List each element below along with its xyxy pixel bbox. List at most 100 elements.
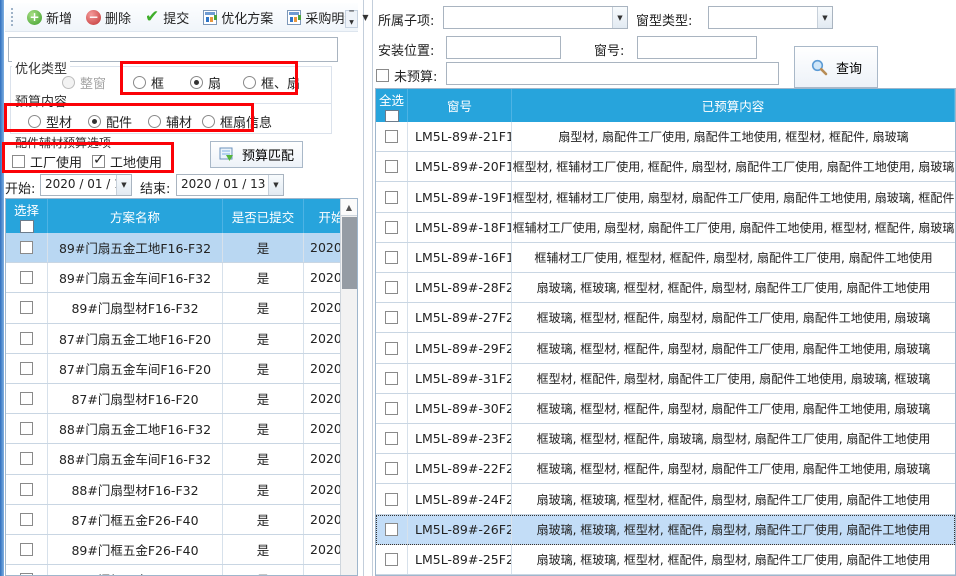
window-no-cell: LM5L-89#-28F26: [408, 273, 512, 302]
budget-table-row[interactable]: LM5L-89#-28F26扇玻璃, 框玻璃, 框型材, 框配件, 扇型材, 扇…: [376, 273, 955, 303]
start-date-picker[interactable]: 2020 / 01 / 1 ▼: [40, 174, 132, 196]
budget-table-row[interactable]: LM5L-89#-21F19扇型材, 扇配件工厂使用, 扇配件工地使用, 框型材…: [376, 122, 955, 152]
radio-profile[interactable]: 型材: [28, 112, 72, 131]
toolbar-grip[interactable]: [11, 8, 13, 26]
radio-sash[interactable]: 扇: [190, 73, 221, 92]
purchase-detail-button[interactable]: 采购明细▼: [280, 5, 375, 30]
row-checkbox[interactable]: [385, 311, 398, 324]
scrollbar-thumb[interactable]: [342, 217, 357, 289]
row-checkbox[interactable]: [385, 372, 398, 385]
row-checkbox[interactable]: [385, 251, 398, 264]
submitted-cell: 是: [223, 505, 304, 534]
budget-table-row[interactable]: LM5L-89#-23F21框玻璃, 框型材, 框配件, 扇玻璃, 扇型材, 扇…: [376, 424, 955, 454]
checkbox-no-budget[interactable]: 未预算:: [376, 66, 437, 85]
row-checkbox[interactable]: [385, 402, 398, 415]
radio-frame[interactable]: 框: [133, 73, 164, 92]
delete-button[interactable]: −删除: [79, 5, 138, 30]
row-checkbox[interactable]: [385, 281, 398, 294]
radio-whole-window[interactable]: 整窗: [62, 73, 106, 92]
row-checkbox[interactable]: [385, 160, 398, 173]
plan-table-row[interactable]: 88#门框五金F21-F40是2020/0: [6, 565, 357, 576]
row-checkbox[interactable]: [20, 301, 33, 314]
chevron-down-icon[interactable]: ▼: [116, 175, 131, 195]
checkbox-factory-use[interactable]: 工厂使用: [12, 152, 82, 171]
row-checkbox[interactable]: [20, 271, 33, 284]
row-checkbox[interactable]: [20, 241, 33, 254]
row-select-cell: [376, 213, 408, 242]
budget-table-row[interactable]: LM5L-89#-26F24扇玻璃, 框玻璃, 框型材, 框配件, 扇型材, 扇…: [376, 515, 955, 545]
submit-button[interactable]: ✔提交: [138, 5, 196, 30]
radio-frame-sash[interactable]: 框、扇: [243, 73, 300, 92]
row-checkbox[interactable]: [20, 513, 33, 526]
toolbar-overflow-button[interactable]: ▔▼: [345, 10, 358, 28]
plan-table-row[interactable]: 87#门扇型材F16-F20是2020/0: [6, 384, 357, 414]
panel-splitter[interactable]: [363, 0, 364, 576]
row-checkbox[interactable]: [385, 221, 398, 234]
plan-table-row[interactable]: 89#门扇五金车间F16-F32是2020/0: [6, 263, 357, 293]
budget-table-row[interactable]: LM5L-89#-31F29框型材, 框配件, 扇型材, 扇配件工厂使用, 扇配…: [376, 364, 955, 394]
radio-icon: [88, 115, 101, 128]
budget-table-row[interactable]: LM5L-89#-27F25框玻璃, 框型材, 框配件, 扇型材, 扇配件工厂使…: [376, 303, 955, 333]
window-no-input[interactable]: [637, 36, 757, 59]
optimize-plan-button[interactable]: 优化方案: [196, 5, 280, 30]
radio-accessory[interactable]: 配件: [88, 112, 132, 131]
row-checkbox[interactable]: [385, 342, 398, 355]
row-checkbox[interactable]: [20, 452, 33, 465]
row-checkbox[interactable]: [20, 422, 33, 435]
row-checkbox[interactable]: [20, 483, 33, 496]
chevron-down-icon[interactable]: ▼: [268, 175, 283, 195]
plan-table-row[interactable]: 88#门扇型材F16-F32是2020/0: [6, 475, 357, 505]
budget-table-row[interactable]: LM5L-89#-22F20框玻璃, 框型材, 框配件, 扇型材, 扇配件工厂使…: [376, 454, 955, 484]
plan-table-row[interactable]: 88#门扇五金工地F16-F32是2020/0: [6, 414, 357, 444]
plan-table-row[interactable]: 87#门扇五金车间F16-F20是2020/0: [6, 354, 357, 384]
budget-table-row[interactable]: LM5L-89#-25F23扇玻璃, 框玻璃, 框型材, 框配件, 扇型材, 扇…: [376, 545, 955, 575]
budget-match-button[interactable]: 预算匹配: [210, 141, 303, 168]
checkbox-site-use[interactable]: 工地使用: [92, 152, 162, 171]
radio-auxiliary[interactable]: 辅材: [148, 112, 192, 131]
chevron-down-icon[interactable]: ▼: [612, 7, 627, 28]
row-select-cell: [6, 475, 48, 504]
chevron-down-icon: ▼: [349, 19, 354, 27]
row-checkbox[interactable]: [20, 543, 33, 556]
row-checkbox[interactable]: [385, 462, 398, 475]
row-checkbox[interactable]: [385, 130, 398, 143]
plan-table-row[interactable]: 87#门框五金F26-F40是2020/0: [6, 505, 357, 535]
row-checkbox[interactable]: [385, 493, 398, 506]
row-checkbox[interactable]: [20, 362, 33, 375]
query-button[interactable]: 查询: [794, 46, 878, 88]
plan-table-row[interactable]: 89#门框五金F26-F40是2020/0: [6, 535, 357, 565]
row-select-cell: [376, 364, 408, 393]
budget-table-row[interactable]: LM5L-89#-29F27框玻璃, 框型材, 框配件, 扇型材, 扇配件工厂使…: [376, 333, 955, 363]
radio-label: 框扇信息: [220, 112, 272, 131]
plan-table-row[interactable]: 88#门扇五金车间F16-F32是2020/0: [6, 444, 357, 474]
chevron-down-icon[interactable]: ▼: [817, 7, 832, 28]
no-budget-input[interactable]: [446, 62, 779, 85]
select-all-checkbox[interactable]: [20, 220, 34, 233]
budget-table-row[interactable]: LM5L-89#-19F17框型材, 框辅材工厂使用, 扇型材, 扇配件工厂使用…: [376, 182, 955, 212]
plan-table-row[interactable]: 89#门扇型材F16-F32是2020/0: [6, 293, 357, 323]
row-checkbox[interactable]: [385, 191, 398, 204]
budget-table-row[interactable]: LM5L-89#-30F28框玻璃, 框型材, 框配件, 扇型材, 扇配件工厂使…: [376, 394, 955, 424]
add-button[interactable]: +新增: [20, 5, 79, 30]
budget-table-row[interactable]: LM5L-89#-24F22扇玻璃, 框玻璃, 框型材, 框配件, 扇型材, 扇…: [376, 484, 955, 514]
plan-table-row[interactable]: 87#门扇五金工地F16-F20是2020/0: [6, 324, 357, 354]
sub-item-select[interactable]: ▼: [443, 6, 628, 29]
budget-table-row[interactable]: LM5L-89#-20F18框型材, 框辅材工厂使用, 框配件, 扇型材, 扇配…: [376, 152, 955, 182]
budget-table-row[interactable]: LM5L-89#-18F16框辅材工厂使用, 扇型材, 扇配件工厂使用, 扇配件…: [376, 213, 955, 243]
radio-frame-sash-info[interactable]: 框扇信息: [202, 112, 272, 131]
row-checkbox[interactable]: [20, 332, 33, 345]
row-checkbox[interactable]: [385, 432, 398, 445]
plan-table-row[interactable]: 89#门扇五金工地F16-F32是2020/0: [6, 233, 357, 263]
plan-table: 选择 方案名称 是否已提交 开始 89#门扇五金工地F16-F32是2020/0…: [5, 198, 358, 576]
row-checkbox[interactable]: [20, 392, 33, 405]
plan-table-scrollbar[interactable]: ▲: [340, 199, 357, 576]
row-checkbox[interactable]: [385, 553, 398, 566]
install-position-input[interactable]: [446, 36, 561, 59]
end-date-picker[interactable]: 2020 / 01 / 13 ▼: [176, 174, 284, 196]
select-all-checkbox[interactable]: [385, 110, 399, 122]
budget-table-row[interactable]: LM5L-89#-16F15框辅材工厂使用, 框型材, 框配件, 扇型材, 扇配…: [376, 243, 955, 273]
row-checkbox[interactable]: [385, 523, 398, 536]
scroll-up-icon[interactable]: ▲: [341, 199, 357, 216]
window-type-select[interactable]: ▼: [708, 6, 833, 29]
toolbar: +新增 −删除 ✔提交 优化方案 采购明细▼ ▔▼: [5, 3, 358, 32]
